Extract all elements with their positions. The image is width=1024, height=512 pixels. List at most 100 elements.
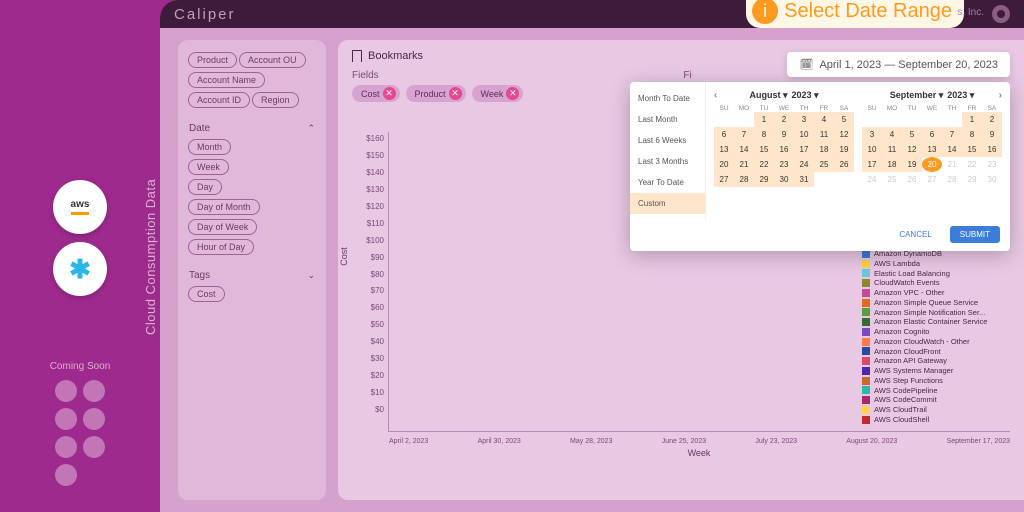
legend-item[interactable]: Amazon CloudFront <box>862 347 1014 357</box>
day-23[interactable]: 23 <box>982 157 1002 172</box>
day-30[interactable]: 30 <box>982 172 1002 187</box>
legend-item[interactable]: AWS Lambda <box>862 259 1014 269</box>
pill-account-id[interactable]: Account ID <box>188 92 250 108</box>
legend-item[interactable]: AWS CloudShell <box>862 415 1014 425</box>
chip-week[interactable]: Week✕ <box>472 85 524 102</box>
date-pill-hour-of-day[interactable]: Hour of Day <box>188 239 254 255</box>
preset-month-to-date[interactable]: Month To Date <box>630 88 705 109</box>
day-5[interactable]: 5 <box>902 127 922 142</box>
legend-item[interactable]: AWS Systems Manager <box>862 366 1014 376</box>
day-10[interactable]: 10 <box>862 142 882 157</box>
day-16[interactable]: 16 <box>982 142 1002 157</box>
day-17[interactable]: 17 <box>862 157 882 172</box>
chip-cost[interactable]: Cost✕ <box>352 85 400 102</box>
date-pill-week[interactable]: Week <box>188 159 229 175</box>
preset-last-6-weeks[interactable]: Last 6 Weeks <box>630 130 705 151</box>
cancel-button[interactable]: CANCEL <box>889 226 941 243</box>
day-18[interactable]: 18 <box>882 157 902 172</box>
day-31[interactable]: 31 <box>794 172 814 187</box>
day-21[interactable]: 21 <box>734 157 754 172</box>
legend-item[interactable]: AWS Step Functions <box>862 376 1014 386</box>
day-24[interactable]: 24 <box>862 172 882 187</box>
day-3[interactable]: 3 <box>794 112 814 127</box>
preset-last-month[interactable]: Last Month <box>630 109 705 130</box>
sidebar-section-tags[interactable]: Tags⌄ <box>187 267 317 284</box>
chip-product[interactable]: Product✕ <box>406 85 466 102</box>
day-1[interactable]: 1 <box>754 112 774 127</box>
date-pill-day-of-week[interactable]: Day of Week <box>188 219 257 235</box>
sidebar-section-date[interactable]: Date⌃ <box>187 120 317 137</box>
day-20[interactable]: 20 <box>714 157 734 172</box>
day-5[interactable]: 5 <box>834 112 854 127</box>
day-12[interactable]: 12 <box>834 127 854 142</box>
legend-item[interactable]: Elastic Load Balancing <box>862 269 1014 279</box>
day-18[interactable]: 18 <box>814 142 834 157</box>
day-1[interactable]: 1 <box>962 112 982 127</box>
legend-item[interactable]: Amazon CloudWatch - Other <box>862 337 1014 347</box>
day-21[interactable]: 21 <box>942 157 962 172</box>
pill-product[interactable]: Product <box>188 52 237 68</box>
day-15[interactable]: 15 <box>754 142 774 157</box>
day-9[interactable]: 9 <box>982 127 1002 142</box>
legend-item[interactable]: Amazon VPC - Other <box>862 288 1014 298</box>
date-pill-day-of-month[interactable]: Day of Month <box>188 199 260 215</box>
day-7[interactable]: 7 <box>734 127 754 142</box>
date-pill-day[interactable]: Day <box>188 179 222 195</box>
pill-account-ou[interactable]: Account OU <box>239 52 306 68</box>
day-14[interactable]: 14 <box>734 142 754 157</box>
day-4[interactable]: 4 <box>814 112 834 127</box>
day-26[interactable]: 26 <box>834 157 854 172</box>
pill-account-name[interactable]: Account Name <box>188 72 265 88</box>
prev-month-icon[interactable]: ‹ <box>714 90 717 101</box>
day-11[interactable]: 11 <box>882 142 902 157</box>
day-25[interactable]: 25 <box>814 157 834 172</box>
day-22[interactable]: 22 <box>754 157 774 172</box>
day-19[interactable]: 19 <box>902 157 922 172</box>
day-25[interactable]: 25 <box>882 172 902 187</box>
day-28[interactable]: 28 <box>734 172 754 187</box>
preset-last-3-months[interactable]: Last 3 Months <box>630 151 705 172</box>
day-2[interactable]: 2 <box>982 112 1002 127</box>
legend-item[interactable]: Amazon Elastic Container Service <box>862 317 1014 327</box>
day-13[interactable]: 13 <box>922 142 942 157</box>
next-month-icon[interactable]: › <box>999 90 1002 101</box>
day-30[interactable]: 30 <box>774 172 794 187</box>
user-icon[interactable] <box>992 5 1010 23</box>
legend-item[interactable]: Amazon Simple Notification Ser... <box>862 308 1014 318</box>
submit-button[interactable]: SUBMIT <box>950 226 1000 243</box>
day-27[interactable]: 27 <box>714 172 734 187</box>
day-15[interactable]: 15 <box>962 142 982 157</box>
day-8[interactable]: 8 <box>962 127 982 142</box>
legend-item[interactable]: Amazon Cognito <box>862 327 1014 337</box>
day-17[interactable]: 17 <box>794 142 814 157</box>
day-8[interactable]: 8 <box>754 127 774 142</box>
day-23[interactable]: 23 <box>774 157 794 172</box>
legend-item[interactable]: CloudWatch Events <box>862 278 1014 288</box>
preset-year-to-date[interactable]: Year To Date <box>630 172 705 193</box>
legend-item[interactable]: AWS CloudTrail <box>862 405 1014 415</box>
day-11[interactable]: 11 <box>814 127 834 142</box>
tag-pill-cost[interactable]: Cost <box>188 286 225 302</box>
banner-select-range[interactable]: i Select Date Range <box>746 0 964 28</box>
day-12[interactable]: 12 <box>902 142 922 157</box>
chip-remove-icon[interactable]: ✕ <box>449 87 462 100</box>
day-20[interactable]: 20 <box>922 157 942 172</box>
legend-item[interactable]: Amazon API Gateway <box>862 356 1014 366</box>
day-27[interactable]: 27 <box>922 172 942 187</box>
day-14[interactable]: 14 <box>942 142 962 157</box>
legend-item[interactable]: AWS CodeCommit <box>862 395 1014 405</box>
day-22[interactable]: 22 <box>962 157 982 172</box>
chip-remove-icon[interactable]: ✕ <box>383 87 396 100</box>
day-13[interactable]: 13 <box>714 142 734 157</box>
legend-item[interactable]: Amazon Simple Queue Service <box>862 298 1014 308</box>
day-16[interactable]: 16 <box>774 142 794 157</box>
day-6[interactable]: 6 <box>922 127 942 142</box>
day-9[interactable]: 9 <box>774 127 794 142</box>
day-3[interactable]: 3 <box>862 127 882 142</box>
date-range-display[interactable]: 🗓 April 1, 2023 — September 20, 2023 <box>787 52 1010 77</box>
day-10[interactable]: 10 <box>794 127 814 142</box>
day-29[interactable]: 29 <box>962 172 982 187</box>
legend-item[interactable]: AWS CodePipeline <box>862 386 1014 396</box>
day-2[interactable]: 2 <box>774 112 794 127</box>
snowflake-icon[interactable]: ✱ <box>53 242 107 296</box>
